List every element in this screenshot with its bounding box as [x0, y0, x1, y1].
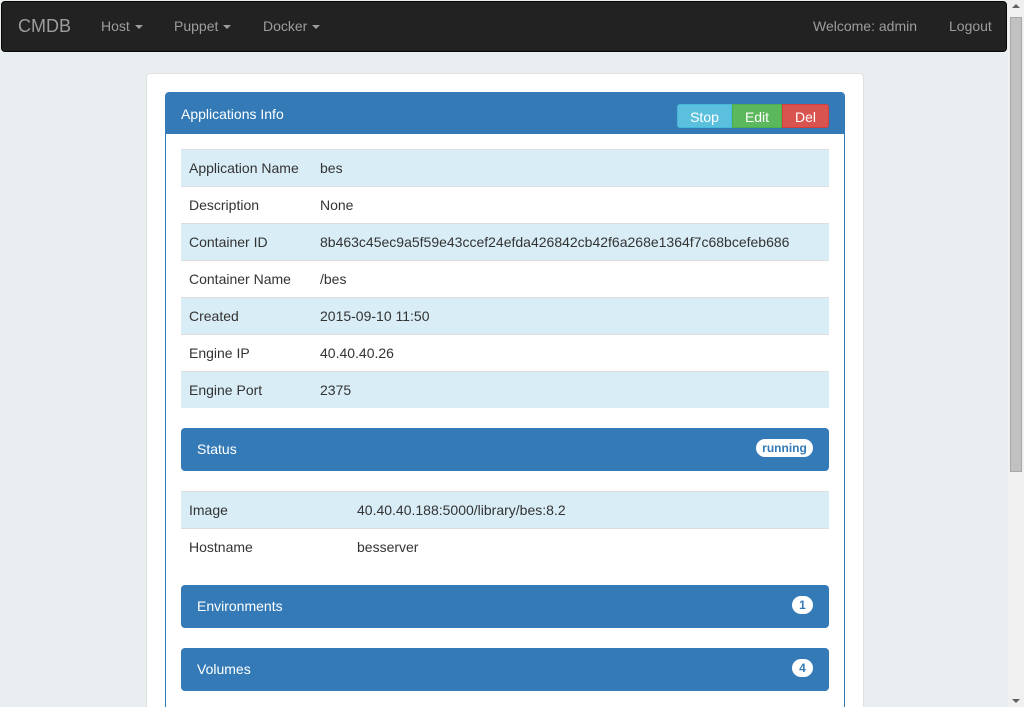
row-label: Image [189, 502, 228, 518]
table-row-created: Created 2015-09-10 11:50 [181, 297, 829, 334]
row-value: /bes [320, 271, 347, 287]
row-label: Engine Port [189, 382, 263, 398]
environments-panel-heading[interactable]: Environments 1 [181, 585, 829, 628]
row-value: 2375 [320, 382, 352, 398]
environments-count-badge: 1 [792, 596, 813, 614]
row-label: Engine IP [189, 345, 250, 361]
table-row-hostname: Hostname besserver [181, 528, 829, 565]
table-row-description: Description None [181, 186, 829, 223]
row-label: Created [189, 308, 239, 324]
nav-menu-puppet[interactable]: Puppet [174, 2, 232, 51]
caret-down-icon [312, 25, 321, 30]
table-row-application-name: Application Name bes [181, 149, 829, 186]
brand-link[interactable]: CMDB [18, 2, 71, 51]
row-value: bes [320, 160, 343, 176]
navbar: CMDB Host Puppet Docker Welcome: admin L… [1, 1, 1007, 52]
row-label: Description [189, 197, 260, 213]
row-label: Hostname [189, 539, 253, 555]
row-label: Application Name [189, 160, 299, 176]
row-value: 8b463c45ec9a5f59e43ccef24efda426842cb42f… [320, 234, 790, 250]
stop-button[interactable]: Stop [677, 104, 732, 128]
status-badge: running [756, 439, 813, 457]
scroll-up-arrow-icon[interactable] [1012, 4, 1020, 8]
table-row-engine-ip: Engine IP 40.40.40.26 [181, 334, 829, 371]
table-row-image: Image 40.40.40.188:5000/library/bes:8.2 [181, 491, 829, 528]
logout-link[interactable]: Logout [949, 2, 992, 51]
table-row-engine-port: Engine Port 2375 [181, 371, 829, 408]
row-label: Container Name [189, 271, 291, 287]
caret-down-icon [134, 25, 143, 30]
delete-button[interactable]: Del [782, 104, 829, 128]
scroll-down-arrow-icon[interactable] [1012, 699, 1020, 703]
row-value: besserver [357, 539, 419, 555]
table-row-container-id: Container ID 8b463c45ec9a5f59e43ccef24ef… [181, 223, 829, 260]
nav-menu-host[interactable]: Host [101, 2, 143, 51]
row-value: 40.40.40.26 [320, 345, 394, 361]
table-row-container-name: Container Name /bes [181, 260, 829, 297]
nav-menu-host-label: Host [101, 18, 130, 34]
edit-button[interactable]: Edit [732, 104, 782, 128]
applications-panel-heading: Applications Info Stop Edit Del [166, 93, 844, 134]
caret-down-icon [223, 25, 232, 30]
welcome-user[interactable]: Welcome: admin [813, 2, 917, 51]
row-value: None [320, 197, 354, 213]
volumes-panel-heading[interactable]: Volumes 4 [181, 648, 829, 691]
status-panel-heading[interactable]: Status running [181, 428, 829, 471]
row-value: 40.40.40.188:5000/library/bes:8.2 [357, 502, 566, 518]
panel-title: Applications Info [181, 106, 284, 122]
scrollbar[interactable] [1008, 0, 1024, 707]
volumes-count-badge: 4 [792, 659, 813, 677]
nav-menu-puppet-label: Puppet [174, 18, 219, 34]
nav-menu-docker[interactable]: Docker [263, 2, 321, 51]
volumes-title: Volumes [197, 661, 251, 677]
nav-menu-docker-label: Docker [263, 18, 308, 34]
row-label: Container ID [189, 234, 268, 250]
scroll-thumb[interactable] [1010, 17, 1022, 472]
row-value: 2015-09-10 11:50 [320, 308, 430, 324]
environments-title: Environments [197, 598, 283, 614]
status-title: Status [197, 441, 237, 457]
